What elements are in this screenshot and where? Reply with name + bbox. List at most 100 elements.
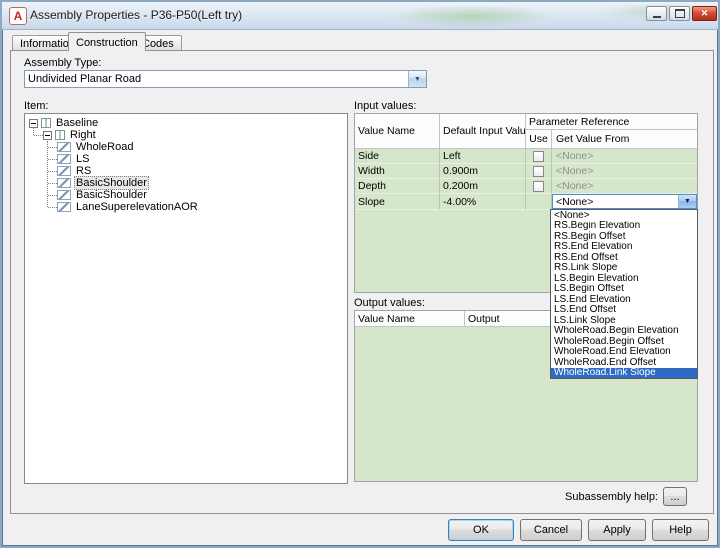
assembly-type-value: Undivided Planar Road [28,73,142,85]
dropdown-option[interactable]: RS.End Offset [551,252,697,263]
cell-depth-default[interactable]: 0.200m [440,179,526,194]
dropdown-option[interactable]: LS.End Offset [551,305,697,316]
cell-width-default[interactable]: 0.900m [440,164,526,179]
minimize-icon [652,15,661,18]
output-values-label: Output values: [354,297,425,309]
tree-connector [48,147,57,148]
cell-side-use [526,149,552,164]
ok-button[interactable]: OK [448,519,514,541]
dropdown-option[interactable]: LS.End Elevation [551,294,697,305]
tree-node-right[interactable]: Right [43,129,98,141]
apply-button[interactable]: Apply [588,519,646,541]
tree-connector [48,183,57,184]
cell-depth-get-value[interactable]: <None> [552,179,697,194]
use-checkbox[interactable] [533,150,544,162]
dropdown-option[interactable]: LS.Link Slope [551,315,697,326]
tree-connector [48,207,57,208]
close-button[interactable]: ✕ [692,6,717,21]
dropdown-option[interactable]: WholeRoad.End Elevation [551,347,697,358]
cell-depth-name[interactable]: Depth [355,179,440,194]
tree-label: LS [76,153,90,165]
assembly-properties-dialog: A Assembly Properties - P36-P50(Left try… [0,0,720,548]
chevron-down-icon[interactable]: ▼ [408,71,426,87]
help-button[interactable]: Help [652,519,709,541]
tab-construction[interactable]: Construction [68,32,146,51]
subassembly-icon [57,190,71,200]
cell-width-use [526,164,552,179]
tree-label: BasicShoulder [74,176,149,190]
tree-connector [48,159,57,160]
dropdown-option[interactable]: RS.End Elevation [551,242,697,253]
tree-label: LaneSuperelevationAOR [76,201,198,213]
use-checkbox[interactable] [533,180,544,192]
minimize-button[interactable] [646,6,667,21]
tree-connector [33,128,34,135]
assembly-type-label: Assembly Type: [24,57,102,69]
cell-side-name[interactable]: Side [355,149,440,164]
subassembly-help-label: Subassembly help: [565,491,658,503]
cell-side-get-value[interactable]: <None> [552,149,697,164]
dropdown-option[interactable]: WholeRoad.Begin Offset [551,336,697,347]
tree-label: BasicShoulder [76,189,147,201]
slope-combo-value: <None> [556,196,594,208]
app-icon: A [9,7,27,25]
tree-connector [34,135,43,136]
item-tree: Baseline Right WholeRoad LS RS BasicShou… [24,113,348,484]
tree-node-basicshoulder-2[interactable]: BasicShoulder [57,189,149,201]
maximize-button[interactable] [669,6,690,21]
cell-slope-use [526,194,552,210]
slope-get-value-combo[interactable]: <None> ▼ [552,194,697,209]
cell-width-name[interactable]: Width [355,164,440,179]
dropdown-option[interactable]: WholeRoad.End Offset [551,357,697,368]
cell-side-default[interactable]: Left [440,149,526,164]
group-icon [55,130,65,140]
cell-slope-get-value: <None> ▼ [552,194,697,210]
tree-connector [47,141,48,207]
dropdown-option[interactable]: <None> [551,210,697,221]
item-label: Item: [24,100,49,112]
subassembly-icon [57,142,71,152]
cell-slope-default[interactable]: -4.00% [440,194,526,210]
tree-node-basicshoulder-selected[interactable]: BasicShoulder [57,176,149,190]
baseline-icon [41,118,51,128]
cancel-button[interactable]: Cancel [520,519,582,541]
cell-width-get-value[interactable]: <None> [552,164,697,179]
tree-connector [48,171,57,172]
cell-depth-use [526,179,552,194]
chevron-down-icon[interactable]: ▼ [678,195,696,208]
dropdown-option-highlighted[interactable]: WholeRoad.Link Slope [551,367,697,378]
col-header-default-input-value: Default Input Value [440,114,526,149]
tree-node-wholeroad[interactable]: WholeRoad [57,141,135,153]
dropdown-option[interactable]: RS.Begin Elevation [551,221,697,232]
dropdown-option[interactable]: WholeRoad.Begin Elevation [551,326,697,337]
col-header-output-value-name: Value Name [355,311,465,327]
tree-label: Baseline [56,117,99,129]
get-value-from-dropdown-list: <None> RS.Begin Elevation RS.Begin Offse… [550,209,698,379]
cell-slope-name[interactable]: Slope [355,194,440,210]
col-header-get-value-from: Get Value From [552,130,697,149]
subassembly-icon [57,178,71,188]
tree-label: Right [70,129,96,141]
dropdown-option[interactable]: LS.Begin Offset [551,284,697,295]
subassembly-help-button[interactable]: ... [663,487,687,506]
subassembly-icon [57,154,71,164]
use-checkbox[interactable] [533,165,544,177]
subassembly-icon [57,202,71,212]
titlebar[interactable]: A Assembly Properties - P36-P50(Left try… [2,2,718,30]
col-header-use: Use [526,130,552,149]
tree-node-baseline[interactable]: Baseline [29,117,100,129]
collapse-icon[interactable] [29,118,38,128]
collapse-icon[interactable] [43,130,52,140]
tree-node-lanesuperelevationaor[interactable]: LaneSuperelevationAOR [57,201,200,213]
maximize-icon [674,9,685,18]
input-values-label: Input values: [354,100,417,112]
close-icon: ✕ [700,8,709,18]
dropdown-option[interactable]: LS.Begin Elevation [551,273,697,284]
dropdown-option[interactable]: RS.Begin Offset [551,231,697,242]
assembly-type-combo[interactable]: Undivided Planar Road ▼ [24,70,427,88]
tree-label: WholeRoad [76,141,134,153]
dropdown-option[interactable]: RS.Link Slope [551,263,697,274]
tree-node-ls[interactable]: LS [57,153,91,165]
window-title: Assembly Properties - P36-P50(Left try) [30,8,243,22]
col-header-value-name: Value Name [355,114,440,149]
